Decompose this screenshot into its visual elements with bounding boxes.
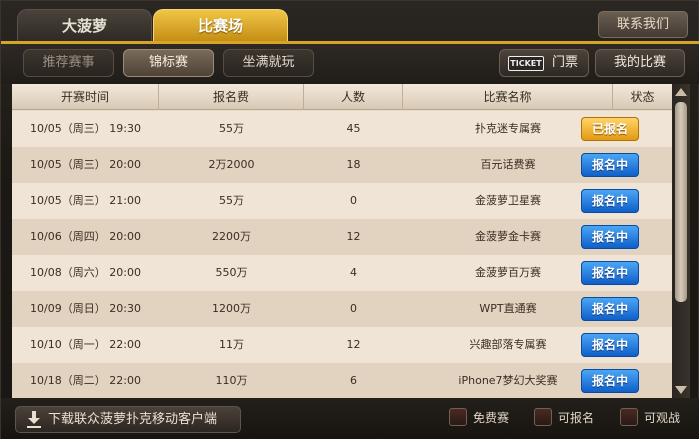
table-row[interactable]: 10/09（周日） 20:30 1200万 0 WPT直通赛 报名中 bbox=[12, 291, 672, 327]
legend-free-match[interactable]: 免费赛 bbox=[449, 408, 529, 428]
contact-us-button[interactable]: 联系我们 bbox=[598, 11, 688, 38]
entry-fee: 110万 bbox=[215, 374, 248, 387]
scroll-thumb[interactable] bbox=[675, 102, 687, 302]
start-time: 10/18（周二） 22:00 bbox=[30, 374, 141, 387]
legend-checkbox[interactable] bbox=[449, 408, 467, 426]
tab-pineapple[interactable]: 大菠萝 bbox=[17, 9, 152, 41]
legend-label: 免费赛 bbox=[473, 411, 510, 425]
legend-label: 可报名 bbox=[558, 411, 595, 425]
table-row[interactable]: 10/10（周一） 22:00 11万 12 兴趣部落专属赛 报名中 bbox=[12, 327, 672, 363]
entry-fee: 1200万 bbox=[212, 302, 251, 315]
subtab-sit-and-go[interactable]: 坐满就玩 bbox=[223, 49, 314, 77]
ticket-button[interactable]: TICKET 门票 bbox=[499, 49, 589, 77]
app-window: 大菠萝 比赛场 联系我们 推荐赛事 锦标赛 坐满就玩 TICKET 门票 我的比… bbox=[0, 0, 699, 439]
header-status: 状态 bbox=[630, 90, 655, 104]
entry-fee: 11万 bbox=[219, 338, 244, 351]
table-row[interactable]: 10/05（周三） 19:30 55万 45 扑克迷专属赛 已报名 bbox=[12, 111, 672, 147]
start-time: 10/05（周三） 19:30 bbox=[30, 122, 141, 135]
legend-spectate[interactable]: 可观战 bbox=[620, 408, 699, 428]
player-count: 6 bbox=[350, 374, 357, 387]
entry-fee: 55万 bbox=[219, 122, 244, 135]
player-count: 0 bbox=[350, 302, 357, 315]
start-time: 10/08（周六） 20:00 bbox=[30, 266, 141, 279]
header-start-time: 开赛时间 bbox=[12, 84, 159, 110]
entry-fee: 2200万 bbox=[212, 230, 251, 243]
table-row[interactable]: 10/08（周六） 20:00 550万 4 金菠萝百万赛 报名中 bbox=[12, 255, 672, 291]
status-button[interactable]: 报名中 bbox=[581, 189, 639, 213]
status-button[interactable]: 报名中 bbox=[581, 369, 639, 393]
table-scrollbar[interactable] bbox=[672, 84, 690, 398]
status-button[interactable]: 报名中 bbox=[581, 153, 639, 177]
download-arrow-icon bbox=[27, 411, 41, 428]
subtab-recommended[interactable]: 推荐赛事 bbox=[23, 49, 114, 77]
bottom-bar: 下载联众菠萝扑克移动客户端 免费赛 可报名 可观战 bbox=[1, 398, 699, 439]
status-button[interactable]: 报名中 bbox=[581, 333, 639, 357]
start-time: 10/10（周一） 22:00 bbox=[30, 338, 141, 351]
match-table: 开赛时间 报名费 人数 比赛名称 状态 10/05（周三） 19:30 55万 … bbox=[12, 84, 690, 399]
header-player-count: 人数 bbox=[304, 84, 403, 110]
subtab-championship[interactable]: 锦标赛 bbox=[123, 49, 214, 77]
table-row[interactable]: 10/06（周四） 20:00 2200万 12 金菠萝金卡赛 报名中 bbox=[12, 219, 672, 255]
table-row[interactable]: 10/05（周三） 21:00 55万 0 金菠萝卫星赛 报名中 bbox=[12, 183, 672, 219]
player-count: 4 bbox=[350, 266, 357, 279]
player-count: 12 bbox=[346, 230, 361, 243]
scroll-down-arrow-icon[interactable] bbox=[675, 386, 687, 394]
start-time: 10/05（周三） 21:00 bbox=[30, 194, 141, 207]
table-header: 开赛时间 报名费 人数 比赛名称 状态 bbox=[12, 84, 672, 110]
start-time: 10/06（周四） 20:00 bbox=[30, 230, 141, 243]
status-button[interactable]: 已报名 bbox=[581, 117, 639, 141]
entry-fee: 550万 bbox=[215, 266, 248, 279]
start-time: 10/09（周日） 20:30 bbox=[30, 302, 141, 315]
download-label: 下载联众菠萝扑克移动客户端 bbox=[48, 412, 218, 427]
scroll-up-arrow-icon[interactable] bbox=[675, 88, 687, 96]
table-row[interactable]: 10/18（周二） 22:00 110万 6 iPhone7梦幻大奖赛 报名中 bbox=[12, 363, 672, 399]
legend-checkbox[interactable] bbox=[620, 408, 638, 426]
table-body: 10/05（周三） 19:30 55万 45 扑克迷专属赛 已报名 10/05（… bbox=[12, 111, 672, 399]
player-count: 45 bbox=[346, 122, 361, 135]
entry-fee: 2万2000 bbox=[208, 158, 255, 171]
download-client-button[interactable]: 下载联众菠萝扑克移动客户端 bbox=[15, 406, 241, 433]
player-count: 18 bbox=[346, 158, 361, 171]
entry-fee: 55万 bbox=[219, 194, 244, 207]
player-count: 12 bbox=[346, 338, 361, 351]
header-match-name: 比赛名称 bbox=[403, 84, 613, 110]
top-tab-bar: 大菠萝 比赛场 联系我们 bbox=[1, 1, 699, 41]
header-fee: 报名费 bbox=[159, 84, 304, 110]
subtab-bar: 推荐赛事 锦标赛 坐满就玩 TICKET 门票 我的比赛 bbox=[1, 44, 699, 84]
ticket-icon: TICKET bbox=[508, 56, 544, 71]
start-time: 10/05（周三） 20:00 bbox=[30, 158, 141, 171]
legend-label: 可观战 bbox=[644, 411, 681, 425]
ticket-label: 门票 bbox=[552, 55, 579, 70]
status-button[interactable]: 报名中 bbox=[581, 261, 639, 285]
status-button[interactable]: 报名中 bbox=[581, 297, 639, 321]
tab-match-hall[interactable]: 比赛场 bbox=[153, 9, 288, 41]
my-matches-button[interactable]: 我的比赛 bbox=[595, 49, 685, 77]
player-count: 0 bbox=[350, 194, 357, 207]
status-button[interactable]: 报名中 bbox=[581, 225, 639, 249]
legend-open-registration[interactable]: 可报名 bbox=[534, 408, 614, 428]
legend-checkbox[interactable] bbox=[534, 408, 552, 426]
table-row[interactable]: 10/05（周三） 20:00 2万2000 18 百元话费赛 报名中 bbox=[12, 147, 672, 183]
